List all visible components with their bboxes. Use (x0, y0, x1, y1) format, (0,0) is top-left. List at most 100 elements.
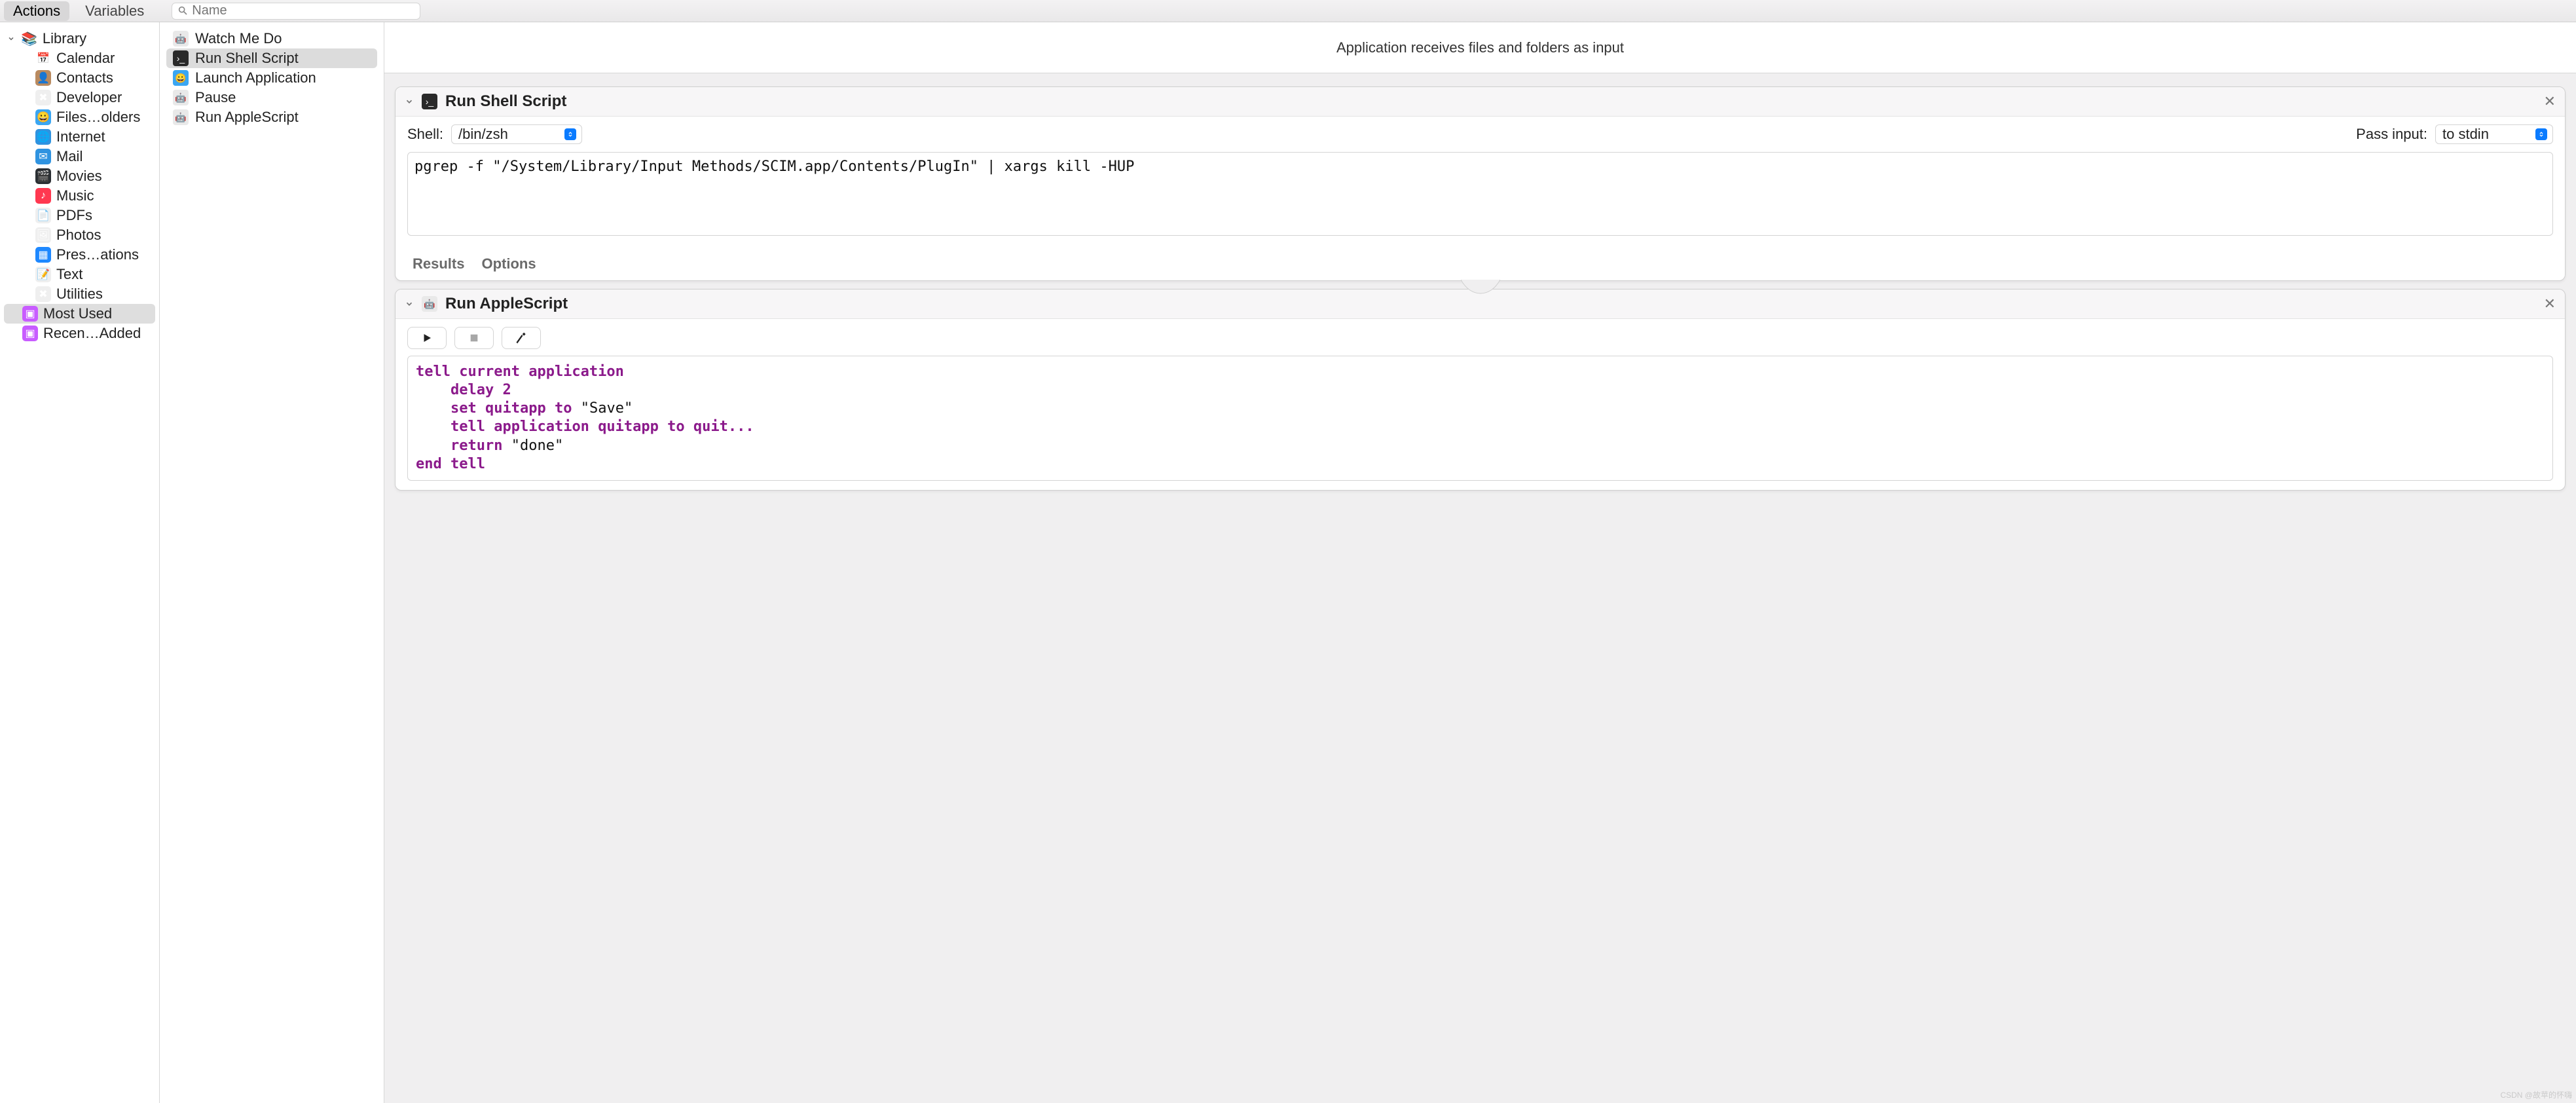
watermark: CSDN @故苹的怀嗨 (2500, 1089, 2572, 1100)
stop-button[interactable] (454, 327, 494, 349)
chevron-down-icon[interactable] (405, 97, 414, 106)
category-icon: ✖ (35, 286, 51, 302)
workspace: Application receives files and folders a… (384, 22, 2576, 1103)
step-connector (395, 280, 2566, 293)
action-list-item[interactable]: 🤖 Run AppleScript (166, 107, 377, 127)
category-icon: 📄 (35, 208, 51, 223)
main: 📚 Library 📅Calendar 👤 Contacts ✖ Developer 😀 F… (0, 22, 2576, 1103)
action-label: Run AppleScript (195, 109, 299, 126)
search-icon (177, 3, 188, 20)
tab-actions[interactable]: Actions (4, 1, 69, 21)
run-button[interactable] (407, 327, 447, 349)
sidebar-item-label: Text (56, 266, 83, 283)
category-icon: 🌐 (35, 129, 51, 145)
sidebar-item[interactable]: 🖼 Photos (4, 225, 155, 245)
category-icon: 👤 (35, 70, 51, 86)
applescript-code[interactable]: tell current application delay 2 set qui… (407, 356, 2553, 481)
automator-icon: 🤖 (173, 90, 189, 105)
sidebar-recently-added[interactable]: ▣ Recen…Added (4, 324, 155, 343)
updown-icon (564, 128, 576, 140)
sidebar-item-label: Recen…Added (43, 325, 141, 342)
library-root[interactable]: 📚 Library (4, 29, 155, 48)
library-label: Library (43, 30, 86, 47)
toolbar: Actions Variables (0, 0, 2576, 22)
sidebar-item[interactable]: 📝 Text (4, 265, 155, 284)
tab-variables[interactable]: Variables (76, 1, 153, 21)
category-icon: 😀 (35, 109, 51, 125)
sidebar-item-label: Files…olders (56, 109, 140, 126)
sidebar-item-label: Calendar (56, 50, 115, 67)
sidebar-item[interactable]: ✖ Developer (4, 88, 155, 107)
library-books-icon: 📚 (21, 31, 37, 47)
applescript-toolbar (407, 327, 2553, 349)
pass-input-value: to stdin (2442, 126, 2530, 143)
category-icon: ♪ (35, 188, 51, 204)
step-title: Run Shell Script (445, 92, 566, 111)
close-icon[interactable]: ✕ (2544, 295, 2556, 312)
sidebar-item[interactable]: ✉ Mail (4, 147, 155, 166)
category-icon: 📝 (35, 267, 51, 282)
sidebar-item-label: Contacts (56, 69, 113, 86)
sidebar-item-label: Music (56, 187, 94, 204)
automator-icon: 🤖 (422, 296, 437, 312)
action-label: Watch Me Do (195, 30, 282, 47)
action-list-item[interactable]: 😀Launch Application (166, 68, 377, 88)
sidebar-item-label: Utilities (56, 286, 103, 303)
action-list-item[interactable]: 🤖 Watch Me Do (166, 29, 377, 48)
sidebar-item-label: Most Used (43, 305, 112, 322)
terminal-icon: ›_ (173, 50, 189, 66)
sidebar-item[interactable]: ▦ Pres…ations (4, 245, 155, 265)
sidebar-item[interactable]: 🌐 Internet (4, 127, 155, 147)
sidebar-most-used[interactable]: ▣ Most Used (4, 304, 155, 324)
sidebar-item[interactable]: 😀 Files…olders (4, 107, 155, 127)
folder-icon: ▣ (22, 326, 38, 341)
action-label: Launch Application (195, 69, 316, 86)
step-footer: Results Options (396, 249, 2565, 280)
pass-input-select[interactable]: to stdin (2435, 124, 2553, 144)
sidebar-item[interactable]: 📅Calendar (4, 48, 155, 68)
category-icon: ✖ (35, 90, 51, 105)
workflow-input-header: Application receives files and folders a… (384, 22, 2576, 73)
sidebar-item-label: PDFs (56, 207, 92, 224)
sidebar-item[interactable]: ✖ Utilities (4, 284, 155, 304)
library-sidebar: 📚 Library 📅Calendar 👤 Contacts ✖ Developer 😀 F… (0, 22, 160, 1103)
compile-button[interactable] (502, 327, 541, 349)
terminal-icon: ›_ (422, 94, 437, 109)
sidebar-item[interactable]: ♪ Music (4, 186, 155, 206)
close-icon[interactable]: ✕ (2544, 93, 2556, 110)
action-label: Run Shell Script (195, 50, 299, 67)
shell-value: /bin/zsh (458, 126, 559, 143)
action-label: Pause (195, 89, 236, 106)
sidebar-item-label: Pres…ations (56, 246, 139, 263)
automator-icon: 🤖 (173, 31, 189, 47)
pass-input-label: Pass input: (2356, 126, 2427, 143)
sidebar-item[interactable]: 👤 Contacts (4, 68, 155, 88)
automator-icon: 🤖 (173, 109, 189, 125)
category-icon: 🖼 (35, 227, 51, 243)
sidebar-item-label: Movies (56, 168, 102, 185)
action-list-item[interactable]: 🤖 Pause (166, 88, 377, 107)
category-icon: ✉ (35, 149, 51, 164)
results-tab[interactable]: Results (413, 255, 464, 272)
sidebar-item-label: Developer (56, 89, 122, 106)
action-list-item[interactable]: ›_ Run Shell Script (166, 48, 377, 68)
category-icon: ▦ (35, 247, 51, 263)
options-tab[interactable]: Options (481, 255, 536, 272)
folder-icon: ▣ (22, 306, 38, 322)
shell-select[interactable]: /bin/zsh (451, 124, 582, 144)
step-title: Run AppleScript (445, 295, 568, 313)
sidebar-item[interactable]: 🎬Movies (4, 166, 155, 186)
workflow-body: ›_ Run Shell Script ✕ Shell: /bin/zsh (384, 73, 2576, 1103)
shell-code-textarea[interactable] (407, 152, 2553, 236)
sidebar-item-label: Internet (56, 128, 105, 145)
sidebar-item-label: Mail (56, 148, 83, 165)
sidebar-item[interactable]: 📄 PDFs (4, 206, 155, 225)
search-input[interactable] (192, 3, 414, 18)
chevron-down-icon[interactable] (7, 34, 16, 43)
step-run-shell-script: ›_ Run Shell Script ✕ Shell: /bin/zsh (395, 86, 2566, 281)
chevron-down-icon[interactable] (405, 299, 414, 308)
shell-label: Shell: (407, 126, 443, 143)
sidebar-item-label: Photos (56, 227, 101, 244)
search-field[interactable] (172, 3, 420, 20)
step-header[interactable]: ›_ Run Shell Script ✕ (396, 87, 2565, 117)
